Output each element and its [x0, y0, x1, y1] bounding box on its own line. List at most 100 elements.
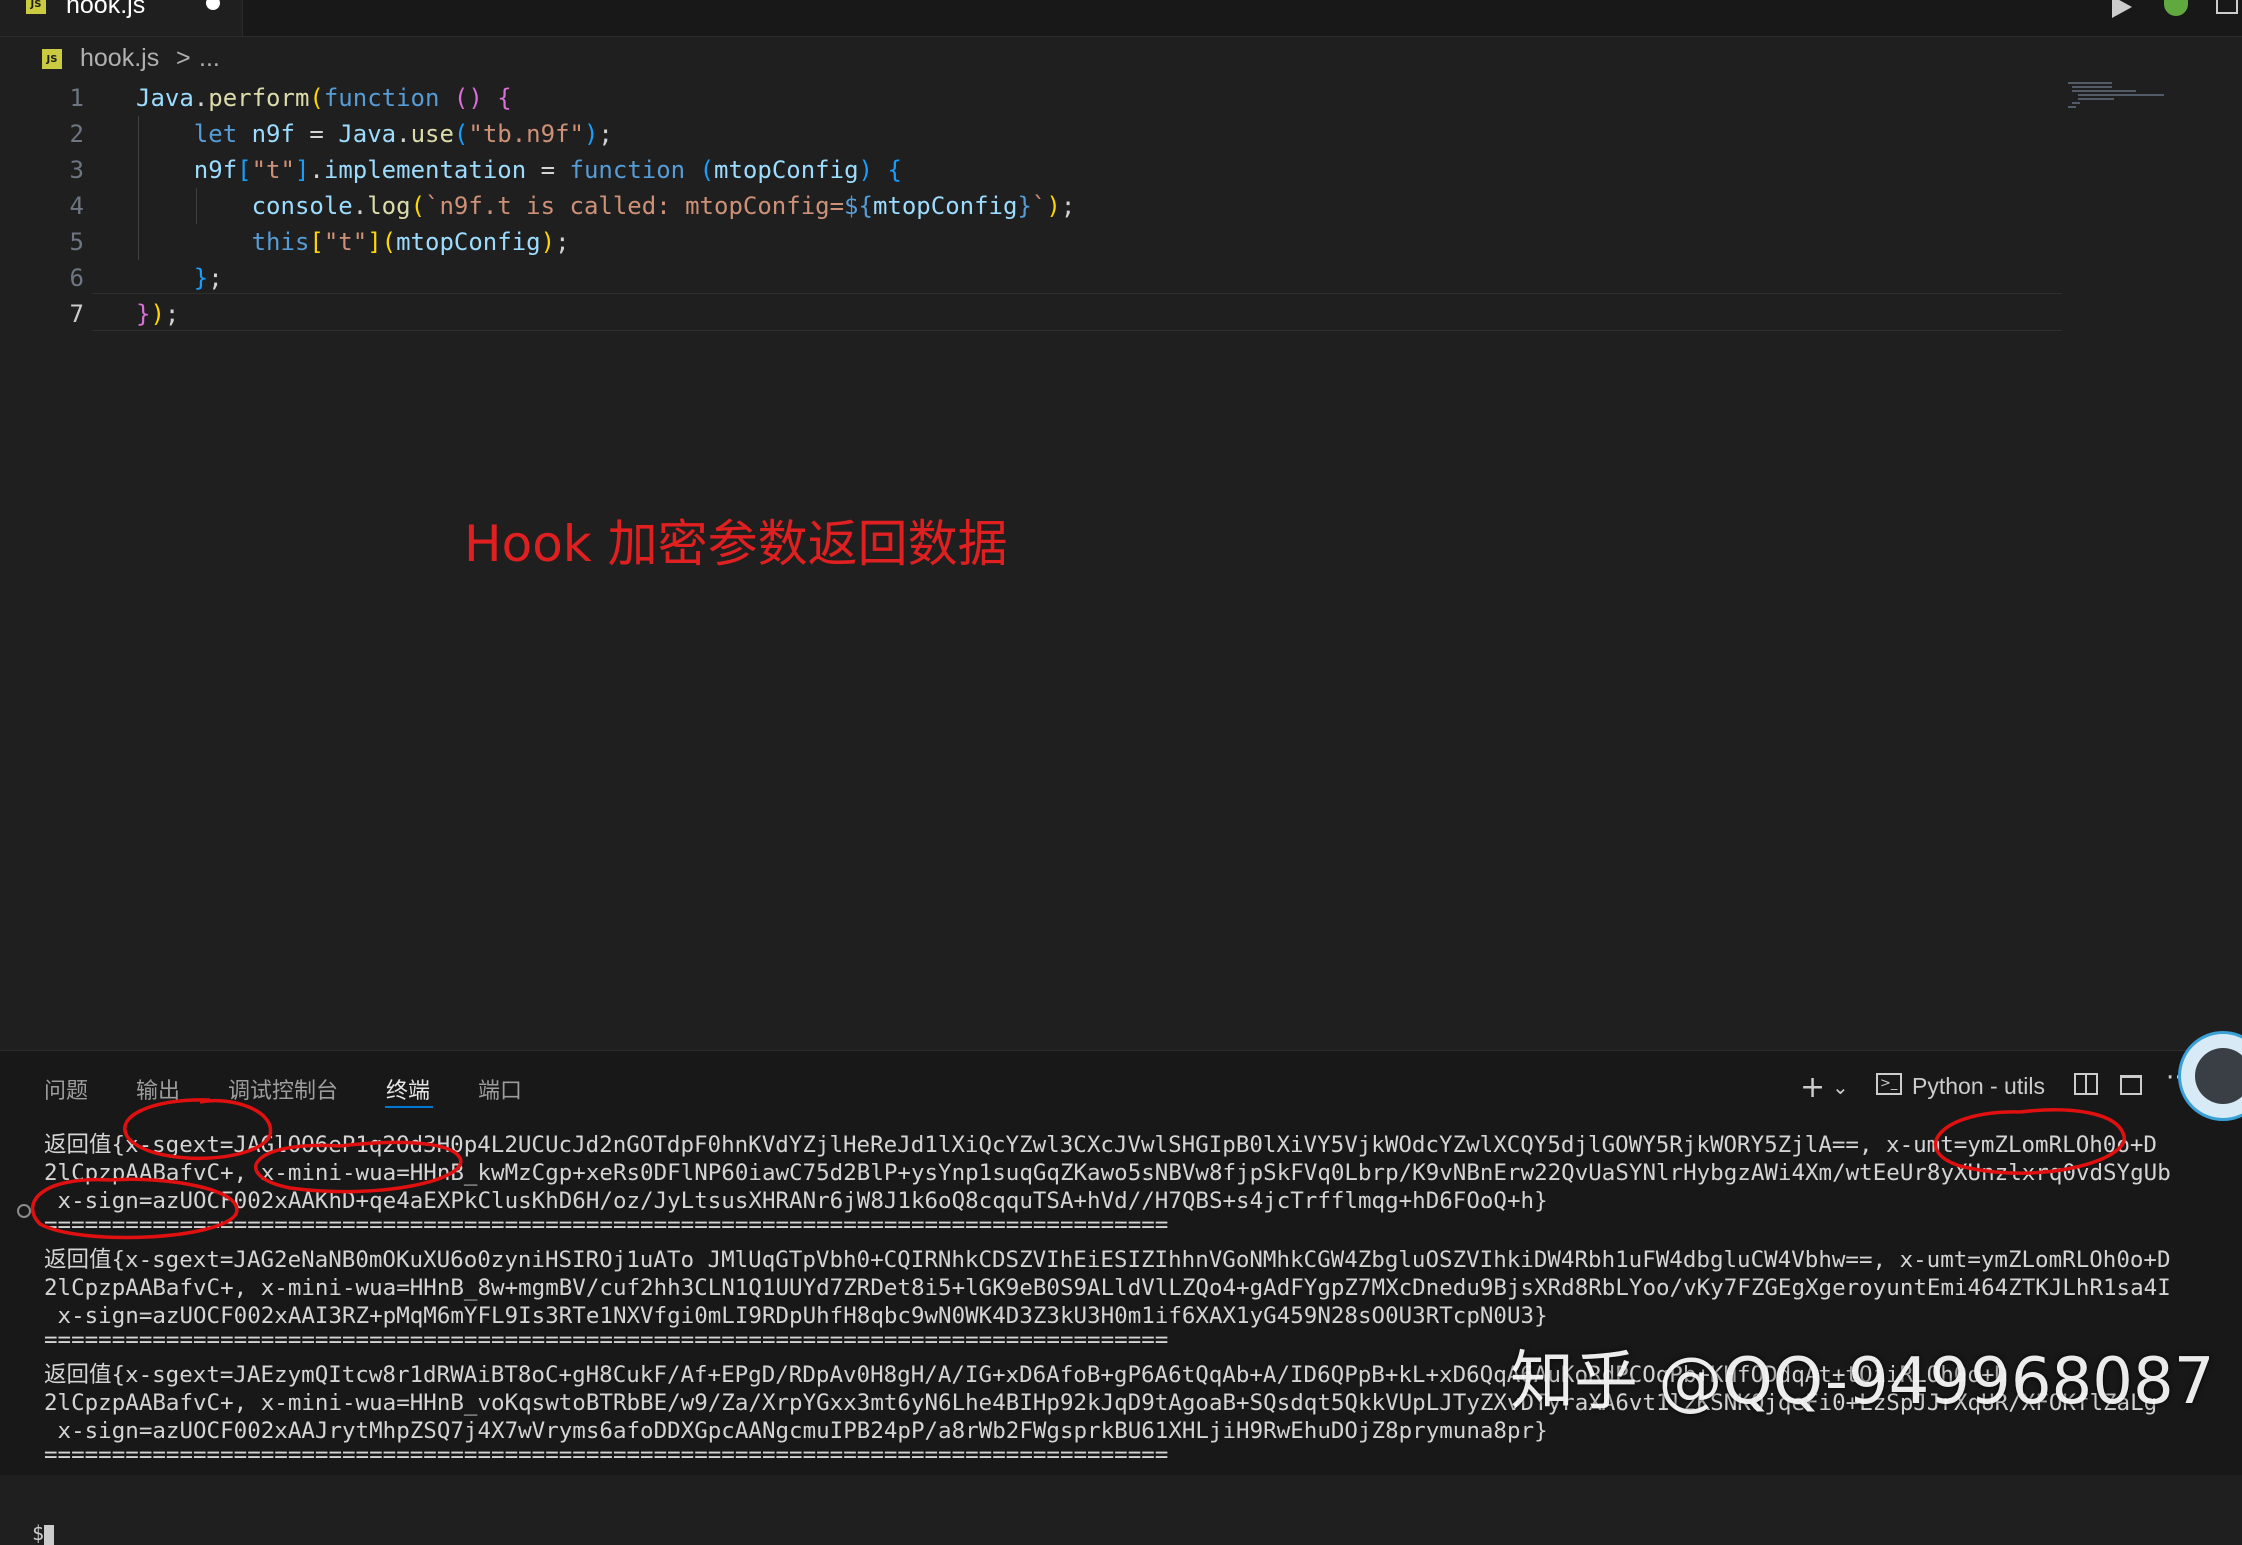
- chevron-down-icon[interactable]: ⌄: [1832, 1075, 1849, 1099]
- code-token: "t": [323, 228, 368, 256]
- code-token: ${: [844, 192, 873, 220]
- terminal-line: 2lCpzpAABafvC+, x-mini-wua=HHnB_kwMzCgp+…: [44, 1160, 2171, 1186]
- code-token: }: [193, 264, 209, 292]
- code-token: (: [410, 192, 426, 220]
- code-editor[interactable]: 1 Java.perform(function () {2 let n9f = J…: [0, 80, 2242, 1050]
- tab-terminal[interactable]: 终端: [386, 1073, 430, 1105]
- tab-output[interactable]: 输出: [136, 1073, 180, 1105]
- code-text: });: [136, 296, 179, 332]
- code-token: function: [323, 84, 440, 112]
- code-token: .: [352, 192, 368, 220]
- line-number: 5: [69, 228, 84, 256]
- code-line[interactable]: 5 this["t"](mtopConfig);: [0, 224, 2070, 260]
- code-token: log: [367, 192, 411, 220]
- code-token: [: [237, 156, 252, 184]
- code-token: ): [583, 120, 599, 148]
- code-token: console: [251, 192, 353, 220]
- terminal-separator: ========================================…: [44, 1327, 1169, 1353]
- code-token: n9f: [237, 120, 310, 148]
- debug-icon[interactable]: [2164, 0, 2188, 16]
- tab-label: hook.js: [66, 0, 146, 19]
- code-token: ;: [208, 264, 223, 292]
- line-number: 3: [69, 156, 84, 184]
- unsaved-dot-icon[interactable]: [206, 0, 220, 10]
- code-token: "tb.n9f": [468, 120, 584, 148]
- new-terminal-icon[interactable]: +: [1800, 1073, 1825, 1103]
- code-token: mtopConfig: [396, 228, 541, 256]
- split-terminal-icon[interactable]: [2074, 1073, 2098, 1095]
- minimap[interactable]: [2066, 80, 2206, 120]
- code-line[interactable]: 3 n9f["t"].implementation = function (mt…: [0, 152, 2070, 188]
- tab-problems[interactable]: 问题: [44, 1073, 88, 1105]
- terminal-cursor: [44, 1525, 54, 1545]
- code-token: mtopConfig: [714, 156, 859, 184]
- run-icon[interactable]: [2112, 0, 2132, 18]
- terminal-separator: ========================================…: [44, 1442, 1169, 1468]
- tab-debug-console[interactable]: 调试控制台: [228, 1073, 338, 1105]
- code-token: ;: [164, 300, 180, 328]
- code-token: ): [540, 228, 556, 256]
- code-token: `n9f.t is called: mtopConfig=: [425, 192, 845, 220]
- breadcrumb-file[interactable]: hook.js: [80, 44, 159, 73]
- line-number: 6: [69, 264, 84, 292]
- tab-ports[interactable]: 端口: [478, 1073, 522, 1105]
- terminal-line: 2lCpzpAABafvC+, x-mini-wua=HHnB_8w+mgmBV…: [44, 1275, 2171, 1301]
- code-token: (: [381, 228, 397, 256]
- terminal-icon: >_: [1876, 1073, 1902, 1095]
- code-token: mtopConfig: [872, 192, 1018, 220]
- code-token: `: [1031, 192, 1047, 220]
- code-text: this["t"](mtopConfig);: [136, 224, 570, 260]
- code-token: .: [193, 84, 209, 112]
- code-token: ): [1046, 192, 1061, 220]
- code-token: ;: [555, 228, 570, 256]
- code-token: .: [309, 156, 324, 184]
- code-text: console.log(`n9f.t is called: mtopConfig…: [136, 188, 1076, 224]
- code-token: .: [396, 120, 411, 148]
- command-decoration-icon: [17, 1204, 31, 1218]
- code-token: ]: [294, 156, 310, 184]
- code-token: let: [193, 120, 238, 148]
- active-tab-indicator: [385, 1106, 433, 1108]
- code-line[interactable]: 7});: [0, 296, 2070, 332]
- code-token: n9f: [193, 156, 238, 184]
- code-text: let n9f = Java.use("tb.n9f");: [136, 116, 613, 152]
- code-line[interactable]: 1 Java.perform(function () {: [0, 80, 2070, 116]
- code-text: n9f["t"].implementation = function (mtop…: [136, 152, 902, 188]
- code-line[interactable]: 2 let n9f = Java.use("tb.n9f");: [0, 116, 2070, 152]
- code-token: ): [150, 300, 165, 328]
- code-line[interactable]: 4 console.log(`n9f.t is called: mtopConf…: [0, 188, 2070, 224]
- code-token: }: [136, 300, 151, 328]
- code-token: {: [887, 156, 902, 184]
- code-token: this: [251, 228, 310, 256]
- split-editor-icon[interactable]: [2216, 0, 2238, 14]
- code-text: };: [136, 260, 223, 296]
- line-number: 2: [69, 120, 84, 148]
- code-token: ): [858, 156, 873, 184]
- editor-tab-hook-js[interactable]: JS hook.js: [0, 0, 243, 36]
- breadcrumb: JS hook.js > ...: [0, 36, 2242, 80]
- terminal-line: 返回值{x-sgext=JAGlOO6eP1q2Od3H0p4L2UCUcJd2…: [44, 1132, 2157, 1158]
- red-annotation-text: Hook 加密参数返回数据: [464, 515, 1008, 573]
- line-number: 4: [69, 192, 84, 220]
- terminal-output[interactable]: 返回值{x-sgext=JAGlOO6eP1q2Od3H0p4L2UCUcJd2…: [0, 1123, 2242, 1545]
- js-file-icon: JS: [26, 0, 46, 14]
- terminal-name[interactable]: Python - utils: [1912, 1073, 2045, 1100]
- code-line[interactable]: 6 };: [0, 260, 2070, 296]
- code-token: [: [309, 228, 324, 256]
- code-text: Java.perform(function () {: [136, 80, 512, 116]
- code-token: {: [497, 84, 512, 112]
- code-token: implementation: [323, 156, 527, 184]
- breadcrumb-more[interactable]: ...: [199, 44, 220, 73]
- code-token: ;: [598, 120, 613, 148]
- trash-icon[interactable]: [2120, 1075, 2142, 1095]
- code-token: (: [309, 84, 324, 112]
